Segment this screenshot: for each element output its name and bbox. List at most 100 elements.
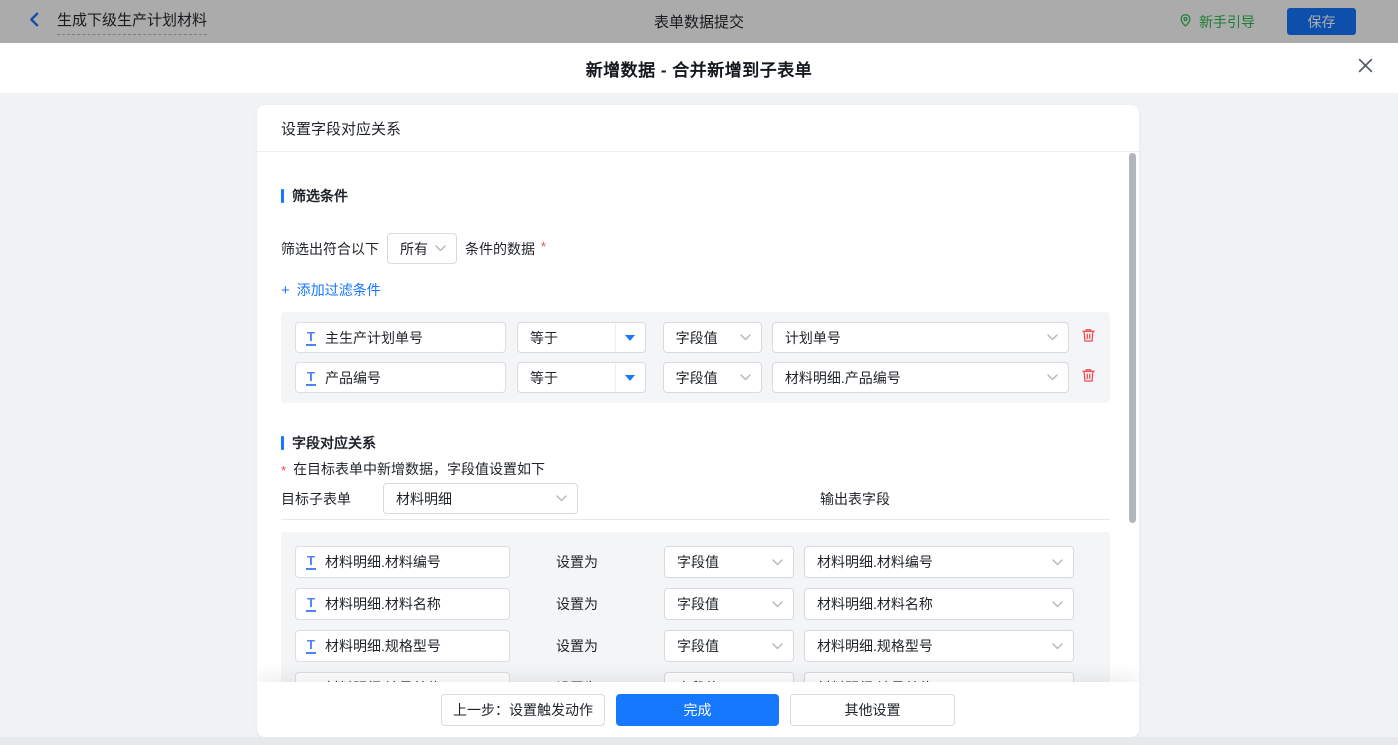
mapping-note: * 在目标表单中新增数据，字段值设置如下 xyxy=(281,459,1110,479)
operator-caret-zone xyxy=(615,323,645,352)
filter-value: 材料明细.产品编号 xyxy=(785,368,901,388)
mapping-field-name: 材料明细.材料编号 xyxy=(325,552,441,572)
chevron-down-icon xyxy=(772,559,783,566)
mapping-field-name: 材料明细.材料名称 xyxy=(325,594,441,614)
output-fields-header: 输出表字段 xyxy=(820,489,890,509)
page-bottom-strip xyxy=(0,737,1398,745)
set-to-label: 设置为 xyxy=(556,636,610,656)
add-filter-condition-link[interactable]: + 添加过滤条件 xyxy=(281,280,381,300)
value-type-select[interactable]: 字段值 xyxy=(664,630,794,662)
mapping-row: T 材料明细.规格型号 设置为 字段值 材料明细.规格型号 xyxy=(295,630,1096,662)
page-title: 生成下级生产计划材料 xyxy=(57,9,207,35)
mapping-section-heading: 字段对应关系 xyxy=(281,433,1110,453)
mapping-row: T 材料明细.材料名称 设置为 字段值 材料明细.材料名称 xyxy=(295,588,1096,620)
header-right: 新手引导 保存 xyxy=(1178,8,1356,35)
value-type-select[interactable]: 字段值 xyxy=(664,546,794,578)
mapping-row: T 材料明细.计量单位 设置为 字段值 材料明细.计量单位 xyxy=(295,672,1096,682)
value-type-select[interactable]: 字段值 xyxy=(664,588,794,620)
filter-field-chip[interactable]: T 主生产计划单号 xyxy=(295,322,506,353)
filter-rows-panel: T 主生产计划单号 等于 字段值 计划单号 xyxy=(281,312,1110,403)
mapping-value: 材料明细.规格型号 xyxy=(817,636,933,656)
chevron-down-icon xyxy=(1052,559,1063,566)
target-subform-select[interactable]: 材料明细 xyxy=(383,483,578,514)
filter-section-heading: 筛选条件 xyxy=(281,186,1110,206)
scrollbar-thumb[interactable] xyxy=(1129,153,1136,523)
sentence-prefix: 筛选出符合以下 xyxy=(281,239,379,259)
close-button[interactable] xyxy=(1358,43,1373,93)
mapping-value-select[interactable]: 材料明细.材料编号 xyxy=(804,546,1074,578)
header-left: 生成下级生产计划材料 xyxy=(26,9,207,35)
trash-icon xyxy=(1081,367,1096,388)
dialog-body: 设置字段对应关系 筛选条件 筛选出符合以下 所有 条件的数据 * + 添加过滤条 xyxy=(0,93,1398,737)
done-button[interactable]: 完成 xyxy=(616,694,779,726)
text-field-type-icon: T xyxy=(306,596,316,612)
chevron-down-icon xyxy=(772,601,783,608)
mapping-row: T 材料明细.材料编号 设置为 字段值 材料明细.材料编号 xyxy=(295,546,1096,578)
value-type-select[interactable]: 字段值 xyxy=(663,322,762,353)
operator-select[interactable]: 等于 xyxy=(517,362,646,393)
mapping-field-chip[interactable]: T 材料明细.材料编号 xyxy=(295,546,510,578)
match-mode-value: 所有 xyxy=(400,239,428,259)
mapping-field-name: 材料明细.规格型号 xyxy=(325,636,441,656)
close-icon xyxy=(1358,58,1373,78)
mapping-field-chip[interactable]: T 材料明细.计量单位 xyxy=(295,672,510,682)
match-mode-select[interactable]: 所有 xyxy=(387,233,457,264)
chevron-down-icon xyxy=(435,245,446,252)
filter-sentence: 筛选出符合以下 所有 条件的数据 * xyxy=(281,233,1110,264)
target-subform-row: 目标子表单 材料明细 输出表字段 xyxy=(281,483,1110,514)
target-subform-value: 材料明细 xyxy=(396,489,452,509)
filter-value-select[interactable]: 计划单号 xyxy=(772,322,1069,353)
filter-value: 计划单号 xyxy=(785,328,841,348)
chevron-down-icon xyxy=(1052,643,1063,650)
operator-caret-zone xyxy=(615,363,645,392)
filter-field-name: 产品编号 xyxy=(325,368,381,388)
chevron-down-icon xyxy=(1047,374,1058,381)
mapping-value-select[interactable]: 材料明细.材料名称 xyxy=(804,588,1074,620)
add-filter-label: 添加过滤条件 xyxy=(297,280,381,300)
filter-row: T 产品编号 等于 字段值 材料明细.产品编号 xyxy=(295,362,1096,393)
beginner-guide-link[interactable]: 新手引导 xyxy=(1178,12,1255,32)
chevron-down-icon xyxy=(772,643,783,650)
chevron-left-icon xyxy=(26,11,43,33)
set-to-label: 设置为 xyxy=(556,552,610,572)
filter-value-select[interactable]: 材料明细.产品编号 xyxy=(772,362,1069,393)
mapping-value-select[interactable]: 材料明细.计量单位 xyxy=(804,672,1074,682)
operator-value: 等于 xyxy=(518,328,558,348)
operator-value: 等于 xyxy=(518,368,558,388)
delete-condition-button[interactable] xyxy=(1081,367,1096,388)
filter-field-name: 主生产计划单号 xyxy=(325,328,423,348)
divider xyxy=(281,519,1110,520)
mapping-section-title: 字段对应关系 xyxy=(292,433,376,453)
guide-pin-icon xyxy=(1178,12,1193,31)
section-accent-bar xyxy=(281,436,284,450)
value-type-value: 字段值 xyxy=(677,594,719,614)
text-field-type-icon: T xyxy=(306,330,316,346)
mapping-field-chip[interactable]: T 材料明细.材料名称 xyxy=(295,588,510,620)
operator-select[interactable]: 等于 xyxy=(517,322,646,353)
back-button[interactable] xyxy=(26,11,43,33)
card-body: 筛选条件 筛选出符合以下 所有 条件的数据 * + 添加过滤条件 xyxy=(257,152,1139,682)
mapping-value: 材料明细.材料编号 xyxy=(817,552,933,572)
settings-card: 设置字段对应关系 筛选条件 筛选出符合以下 所有 条件的数据 * + 添加过滤条 xyxy=(257,105,1139,737)
other-settings-button[interactable]: 其他设置 xyxy=(790,694,955,726)
caret-down-icon xyxy=(625,375,635,381)
dialog-header: 新增数据 - 合并新增到子表单 xyxy=(0,43,1398,93)
filter-field-chip[interactable]: T 产品编号 xyxy=(295,362,506,393)
required-asterisk: * xyxy=(281,463,286,478)
section-accent-bar xyxy=(281,189,284,203)
mapping-value-select[interactable]: 材料明细.规格型号 xyxy=(804,630,1074,662)
filter-row: T 主生产计划单号 等于 字段值 计划单号 xyxy=(295,322,1096,353)
mapping-value: 材料明细.材料名称 xyxy=(817,594,933,614)
chevron-down-icon xyxy=(1047,334,1058,341)
caret-down-icon xyxy=(625,335,635,341)
previous-step-button[interactable]: 上一步：设置触发动作 xyxy=(441,694,605,726)
value-type-value: 字段值 xyxy=(676,328,718,348)
text-field-type-icon: T xyxy=(306,554,316,570)
value-type-select[interactable]: 字段值 xyxy=(664,672,794,682)
card-title: 设置字段对应关系 xyxy=(257,105,1139,152)
value-type-value: 字段值 xyxy=(676,368,718,388)
save-button[interactable]: 保存 xyxy=(1287,8,1356,35)
value-type-select[interactable]: 字段值 xyxy=(663,362,762,393)
mapping-field-chip[interactable]: T 材料明细.规格型号 xyxy=(295,630,510,662)
delete-condition-button[interactable] xyxy=(1081,327,1096,348)
